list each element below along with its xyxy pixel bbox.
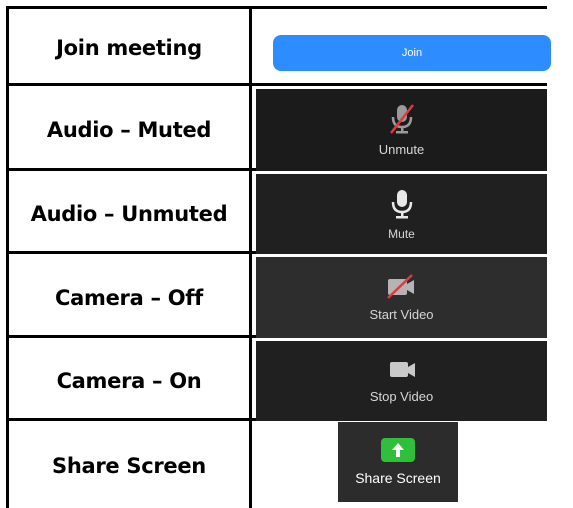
- label-camera-off: Camera – Off: [55, 285, 203, 310]
- stop-video-label: Stop Video: [369, 389, 434, 404]
- join-button[interactable]: Join: [273, 35, 551, 71]
- share-screen-icon: [381, 438, 415, 462]
- unmute-label: Unmute: [378, 142, 425, 157]
- microphone-icon: [387, 188, 417, 225]
- share-screen-label: Share Screen: [355, 470, 441, 486]
- video-camera-icon: [382, 358, 422, 387]
- start-video-button[interactable]: Start Video: [256, 257, 547, 338]
- start-video-label: Start Video: [369, 306, 434, 322]
- label-camera-on: Camera – On: [56, 369, 202, 393]
- video-camera-off-icon: [382, 273, 422, 305]
- microphone-muted-icon: [387, 103, 417, 140]
- share-screen-button[interactable]: Share Screen: [338, 422, 458, 502]
- label-audio-unmuted: Audio – Unmuted: [30, 202, 228, 226]
- label-share-screen: Share Screen: [52, 454, 206, 478]
- stop-video-button[interactable]: Stop Video: [256, 341, 547, 421]
- mute-label: Mute: [388, 226, 415, 241]
- label-join-meeting: Join meeting: [56, 35, 202, 60]
- label-audio-muted: Audio – Muted: [46, 118, 212, 142]
- mute-button[interactable]: Mute: [256, 174, 547, 254]
- unmute-button[interactable]: Unmute: [256, 89, 547, 171]
